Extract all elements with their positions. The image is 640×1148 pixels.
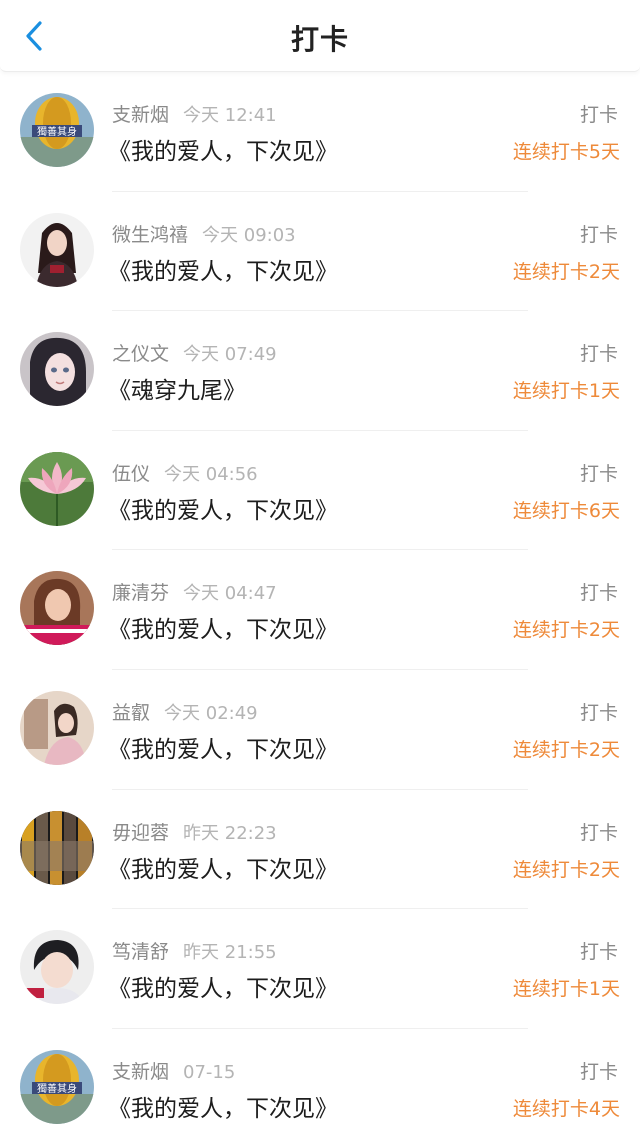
- avatar[interactable]: [20, 212, 94, 287]
- checkin-type: 打卡: [579, 343, 618, 366]
- checkin-type: 打卡: [579, 462, 618, 485]
- avatar[interactable]: [20, 332, 94, 407]
- book-title[interactable]: 《我的爱人，下次见》: [108, 730, 338, 764]
- avatar[interactable]: 獨善其身: [20, 93, 94, 167]
- checkin-time: 今天 09:03: [202, 224, 296, 246]
- avatar[interactable]: [20, 571, 94, 646]
- checkin-list: 獨善其身 支新烟 今天 12:41 《我的爱人，下次见》 打卡 连续打卡5天 微生…: [0, 72, 640, 1148]
- svg-text:獨善其身: 獨善其身: [37, 125, 77, 138]
- book-title[interactable]: 《我的爱人，下次见》: [108, 610, 338, 644]
- book-title[interactable]: 《我的爱人，下次见》: [108, 969, 338, 1003]
- streak-label: 连续打卡2天: [512, 260, 620, 283]
- checkin-type: 打卡: [579, 821, 618, 844]
- checkin-time: 07-15: [183, 1061, 236, 1083]
- user-name: 支新烟 今天 12:41: [112, 104, 277, 126]
- list-item[interactable]: 微生鸿禧 今天 09:03 《我的爱人，下次见》 打卡 连续打卡2天: [0, 192, 640, 312]
- book-title[interactable]: 《我的爱人，下次见》: [108, 491, 338, 525]
- checkin-type: 打卡: [579, 104, 618, 126]
- user-name: 益叡 今天 02:49: [112, 701, 258, 724]
- checkin-time: 昨天 22:23: [183, 822, 277, 844]
- checkin-time: 昨天 21:55: [183, 942, 277, 964]
- checkin-time: 今天 04:47: [183, 583, 277, 605]
- streak-label: 连续打卡1天: [512, 380, 620, 403]
- avatar[interactable]: [20, 930, 94, 1005]
- list-item[interactable]: 益叡 今天 02:49 《我的爱人，下次见》 打卡 连续打卡2天: [0, 670, 640, 790]
- book-title[interactable]: 《我的爱人，下次见》: [108, 1089, 338, 1123]
- streak-label: 连续打卡2天: [512, 858, 620, 881]
- list-item[interactable]: 笃清舒 昨天 21:55 《我的爱人，下次见》 打卡 连续打卡1天: [0, 909, 640, 1029]
- list-item[interactable]: 廉清芬 今天 04:47 《我的爱人，下次见》 打卡 连续打卡2天: [0, 550, 640, 670]
- book-title[interactable]: 《我的爱人，下次见》: [108, 132, 338, 166]
- list-item[interactable]: 毋迎蓉 昨天 22:23 《我的爱人，下次见》 打卡 连续打卡2天: [0, 790, 640, 910]
- checkin-type: 打卡: [579, 941, 618, 964]
- svg-text:獨善其身: 獨善其身: [37, 1082, 77, 1095]
- list-item[interactable]: 之仪文 今天 07:49 《魂穿九尾》 打卡 连续打卡1天: [0, 311, 640, 431]
- user-name: 支新烟 07-15: [112, 1060, 236, 1083]
- avatar[interactable]: [20, 451, 94, 526]
- streak-label: 连续打卡2天: [512, 738, 620, 761]
- streak-label: 连续打卡1天: [512, 978, 620, 1001]
- streak-label: 连续打卡6天: [512, 499, 620, 522]
- checkin-type: 打卡: [579, 582, 618, 605]
- avatar[interactable]: [20, 810, 94, 885]
- user-name: 伍仪 今天 04:56: [112, 462, 258, 485]
- checkin-type: 打卡: [579, 701, 618, 724]
- book-title[interactable]: 《我的爱人，下次见》: [108, 252, 338, 286]
- user-name: 笃清舒 昨天 21:55: [112, 941, 277, 964]
- checkin-type: 打卡: [579, 223, 618, 246]
- checkin-time: 今天 07:49: [183, 344, 277, 366]
- user-name: 毋迎蓉 昨天 22:23: [112, 821, 277, 844]
- checkin-time: 今天 02:49: [164, 702, 258, 724]
- book-title[interactable]: 《我的爱人，下次见》: [108, 850, 338, 884]
- avatar[interactable]: 獨善其身: [20, 1049, 94, 1124]
- user-name: 微生鸿禧 今天 09:03: [112, 223, 296, 246]
- list-item[interactable]: 獨善其身 支新烟 今天 12:41 《我的爱人，下次见》 打卡 连续打卡5天: [0, 72, 640, 192]
- top-bar: 打卡: [0, 0, 640, 72]
- book-title[interactable]: 《魂穿九尾》: [108, 371, 246, 405]
- streak-label: 连续打卡5天: [512, 141, 620, 163]
- user-name: 之仪文 今天 07:49: [112, 343, 277, 366]
- checkin-time: 今天 04:56: [164, 463, 258, 485]
- list-item[interactable]: 獨善其身 支新烟 07-15 《我的爱人，下次见》 打卡 连续打卡4天: [0, 1029, 640, 1148]
- checkin-type: 打卡: [579, 1060, 618, 1083]
- avatar[interactable]: [20, 690, 94, 765]
- checkin-time: 今天 12:41: [183, 105, 277, 126]
- streak-label: 连续打卡2天: [512, 619, 620, 642]
- user-name: 廉清芬 今天 04:47: [112, 582, 277, 605]
- streak-label: 连续打卡4天: [512, 1097, 620, 1120]
- list-item[interactable]: 伍仪 今天 04:56 《我的爱人，下次见》 打卡 连续打卡6天: [0, 431, 640, 551]
- page-title: 打卡: [290, 23, 349, 56]
